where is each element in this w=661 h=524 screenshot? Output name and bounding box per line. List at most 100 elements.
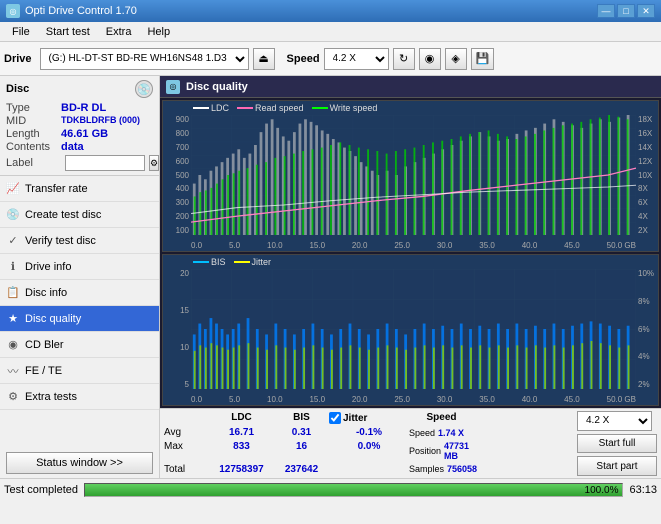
start-full-button[interactable]: Start full [577,434,657,454]
extra-tests-icon: ⚙ [6,390,20,403]
jitter-legend-color [234,261,250,263]
nav-label-disc-quality: Disc quality [25,313,81,325]
progress-area: Test completed 100.0% 63:13 [0,478,661,500]
menu-extra[interactable]: Extra [98,24,140,40]
chart2-x-axis: 0.0 5.0 10.0 15.0 20.0 25.0 30.0 35.0 40… [191,395,636,404]
sidebar-item-cd-bler[interactable]: ◉ CD Bler [0,332,159,358]
length-value: 46.61 GB [61,128,108,140]
action-panel: 4.2 X Start full Start part [577,411,657,476]
position-val: 47731 MB [444,441,474,461]
label-label: Label [6,157,61,169]
label-browse-button[interactable]: ⚙ [149,155,159,171]
drive-info-icon: ℹ [6,260,20,273]
verify-test-disc-icon: ✓ [6,234,20,247]
read-speed-legend-color [237,107,253,109]
transfer-rate-icon: 📈 [6,182,20,195]
sidebar-item-drive-info[interactable]: ℹ Drive info [0,254,159,280]
jitter-checkbox[interactable] [329,412,341,424]
nav-label-cd-bler: CD Bler [25,339,64,351]
drive-select[interactable]: (G:) HL-DT-ST BD-RE WH16NS48 1.D3 [40,48,249,70]
chart1-y-axis-right: 18X 16X 14X 12X 10X 8X 6X 4X 2X [636,115,658,235]
cd-bler-icon: ◉ [6,338,20,351]
write-speed-legend-label: Write speed [330,103,378,113]
nav-label-create-test-disc: Create test disc [25,209,101,221]
progress-bar-fill [85,484,622,496]
menu-file[interactable]: File [4,24,38,40]
avg-jitter: -0.1% [329,427,409,438]
mid-label: MID [6,115,61,127]
ldc-legend-label: LDC [211,103,229,113]
write-speed-legend-color [312,107,328,109]
stats-header-empty [164,412,209,424]
stats-bar: LDC BIS Jitter Speed Avg 16.71 0.31 -0.1 [160,408,661,478]
toolbar: Drive (G:) HL-DT-ST BD-RE WH16NS48 1.D3 … [0,42,661,76]
menu-help[interactable]: Help [139,24,178,40]
menu-start-test[interactable]: Start test [38,24,98,40]
sidebar-item-extra-tests[interactable]: ⚙ Extra tests [0,384,159,410]
speed-select[interactable]: 4.2 X 1.0 X 2.0 X 8.0 X [324,48,389,70]
contents-label: Contents [6,141,61,153]
progress-time: 63:13 [629,484,657,496]
chart1-y-axis-left: 900 800 700 600 500 400 300 200 100 [163,115,191,235]
nav-label-disc-info: Disc info [25,287,67,299]
disc-quality-icon: ★ [6,312,20,325]
toolbar-btn1[interactable]: ◉ [419,48,441,70]
save-button[interactable]: 💾 [471,48,495,70]
nav-label-transfer-rate: Transfer rate [25,183,88,195]
eject-button[interactable]: ⏏ [253,48,275,70]
sidebar-item-verify-test-disc[interactable]: ✓ Verify test disc [0,228,159,254]
contents-value: data [61,141,84,153]
speed-select-stats[interactable]: 4.2 X [577,411,652,431]
sidebar-item-disc-quality[interactable]: ★ Disc quality [0,306,159,332]
drive-label: Drive [4,53,32,65]
app-icon: ◎ [6,4,20,18]
chart2-y-axis-left: 20 15 10 5 [163,269,191,389]
type-value: BD-R DL [61,102,106,114]
sidebar-item-transfer-rate[interactable]: 📈 Transfer rate [0,176,159,202]
total-bis: 237642 [274,464,329,475]
minimize-button[interactable]: — [597,4,615,18]
samples-row: Samples 756058 [409,464,474,475]
disc-panel: Disc 💿 Type BD-R DL MID TDKBLDRFB (000) … [0,76,159,176]
max-jitter: 0.0% [329,441,409,461]
nav-label-verify-test-disc: Verify test disc [25,235,96,247]
main-content: Disc 💿 Type BD-R DL MID TDKBLDRFB (000) … [0,76,661,478]
status-window-button[interactable]: Status window >> [6,452,153,474]
total-label: Total [164,464,209,475]
nav-label-extra-tests: Extra tests [25,391,77,403]
stats-ldc-header: LDC [209,412,274,424]
maximize-button[interactable]: □ [617,4,635,18]
samples-val: 756058 [447,464,477,474]
disc-quality-header: ◎ Disc quality [160,76,661,98]
bis-legend-label: BIS [211,257,226,267]
toolbar-btn2[interactable]: ◈ [445,48,467,70]
menu-bar: File Start test Extra Help [0,22,661,42]
stats-table: LDC BIS Jitter Speed Avg 16.71 0.31 -0.1 [164,411,573,476]
chart1-svg [191,115,636,235]
jitter-legend-label: Jitter [252,257,272,267]
max-ldc: 833 [209,441,274,461]
chart1-container: LDC Read speed Write speed 900 800 70 [162,100,659,252]
total-ldc: 12758397 [209,464,274,475]
label-input[interactable] [65,155,145,171]
close-button[interactable]: ✕ [637,4,655,18]
progress-label: Test completed [4,484,78,496]
sidebar-item-disc-info[interactable]: 📋 Disc info [0,280,159,306]
title-bar: ◎ Opti Drive Control 1.70 — □ ✕ [0,0,661,22]
avg-ldc: 16.71 [209,427,274,438]
disc-icon[interactable]: 💿 [135,80,153,98]
stats-bis-header: BIS [274,412,329,424]
chart1-x-axis: 0.0 5.0 10.0 15.0 20.0 25.0 30.0 35.0 40… [191,241,636,250]
fe-te-icon: 〰 [6,363,20,379]
nav-items: 📈 Transfer rate 💿 Create test disc ✓ Ver… [0,176,159,448]
speed-val: 1.74 X [438,428,464,438]
charts-area: LDC Read speed Write speed 900 800 70 [160,98,661,408]
sidebar-item-create-test-disc[interactable]: 💿 Create test disc [0,202,159,228]
chart2-svg [191,269,636,389]
start-part-button[interactable]: Start part [577,456,657,476]
sidebar-item-fe-te[interactable]: 〰 FE / TE [0,358,159,384]
refresh-button[interactable]: ↻ [393,48,415,70]
position-row: Position 47731 MB [409,441,474,461]
right-panel: ◎ Disc quality LDC Read speed [160,76,661,478]
disc-panel-title: Disc [6,83,29,95]
